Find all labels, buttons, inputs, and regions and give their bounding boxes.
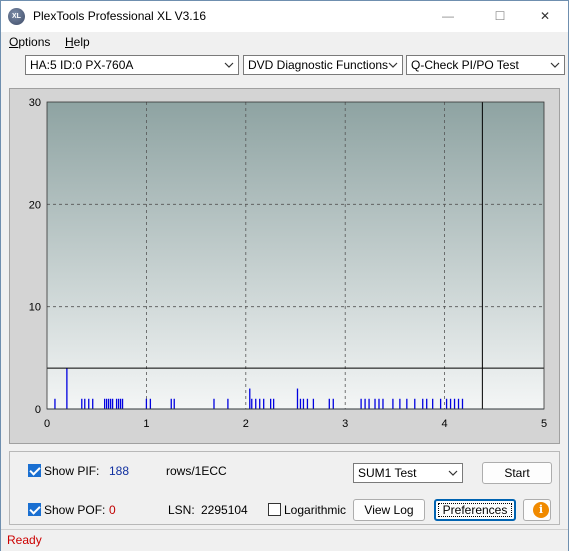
- show-pif-checkbox[interactable]: [28, 464, 41, 477]
- title-bar: XL PlexTools Professional XL V3.16 — ☐ ✕: [1, 1, 568, 32]
- close-button[interactable]: ✕: [522, 1, 568, 32]
- chart-panel: 0 1 2 3 4 5 0 10 20 30: [9, 88, 560, 444]
- preferences-button[interactable]: Preferences: [434, 499, 516, 521]
- menu-options[interactable]: Options: [9, 35, 50, 49]
- drive-select-value: HA:5 ID:0 PX-760A: [30, 58, 134, 72]
- preferences-button-label: Preferences: [442, 503, 508, 517]
- x-tick-label: 3: [342, 418, 348, 430]
- pif-value: 188: [109, 464, 130, 478]
- y-tick-label: 30: [29, 97, 41, 109]
- test-select-value: Q-Check PI/PO Test: [411, 58, 519, 72]
- lsn-label: LSN:: [168, 503, 195, 517]
- menu-options-rest: ptions: [18, 35, 51, 49]
- sum-test-select[interactable]: SUM1 Test: [353, 463, 463, 483]
- show-pof-checkbox[interactable]: [28, 503, 41, 516]
- start-button-label: Start: [504, 466, 530, 480]
- function-select-value: DVD Diagnostic Functions: [248, 58, 389, 72]
- x-tick-label: 1: [143, 418, 149, 430]
- y-tick-label: 20: [29, 199, 41, 211]
- pof-value: 0: [109, 503, 116, 517]
- app-logo-icon: XL: [8, 8, 25, 25]
- menu-bar: Options Help: [1, 32, 568, 52]
- controls-panel: Show PIF: 188 rows/1ECC SUM1 Test Start …: [9, 451, 560, 525]
- logarithmic-label: Logarithmic: [284, 503, 347, 517]
- function-select[interactable]: DVD Diagnostic Functions: [243, 55, 403, 75]
- menu-help-mnemonic: H: [65, 35, 74, 49]
- app-window: XL PlexTools Professional XL V3.16 — ☐ ✕…: [0, 0, 569, 551]
- lsn-value: 2295104: [201, 503, 248, 517]
- info-button[interactable]: i: [523, 499, 551, 521]
- chevron-down-icon: [448, 470, 458, 476]
- y-tick-label: 0: [35, 404, 41, 416]
- x-tick-label: 4: [442, 418, 448, 430]
- chevron-down-icon: [550, 62, 560, 68]
- maximize-button[interactable]: ☐: [477, 1, 523, 32]
- status-text: Ready: [7, 533, 42, 547]
- chevron-down-icon: [388, 62, 398, 68]
- menu-help-rest: elp: [73, 35, 90, 49]
- plot-area: [47, 102, 544, 409]
- show-pof-label: Show POF:: [44, 503, 106, 517]
- status-bar: Ready: [1, 529, 568, 551]
- drive-select[interactable]: HA:5 ID:0 PX-760A: [25, 55, 239, 75]
- window-title: PlexTools Professional XL V3.16: [33, 9, 206, 23]
- x-tick-label: 5: [541, 418, 547, 430]
- show-pif-label: Show PIF:: [44, 464, 100, 478]
- x-tick-label: 2: [243, 418, 249, 430]
- menu-help[interactable]: Help: [65, 35, 90, 49]
- pi-po-chart: 0 1 2 3 4 5 0 10 20 30: [29, 97, 547, 430]
- chevron-down-icon: [224, 62, 234, 68]
- pif-unit: rows/1ECC: [166, 464, 227, 478]
- minimize-button[interactable]: —: [425, 1, 471, 32]
- logarithmic-checkbox[interactable]: [268, 503, 281, 516]
- view-log-button-label: View Log: [364, 503, 414, 517]
- y-tick-label: 10: [29, 302, 41, 314]
- info-icon: i: [533, 502, 549, 518]
- sum-test-value: SUM1 Test: [358, 466, 417, 480]
- view-log-button[interactable]: View Log: [353, 499, 425, 521]
- test-select[interactable]: Q-Check PI/PO Test: [406, 55, 565, 75]
- menu-options-mnemonic: O: [9, 35, 19, 49]
- start-button[interactable]: Start: [482, 462, 552, 484]
- x-tick-label: 0: [44, 418, 50, 430]
